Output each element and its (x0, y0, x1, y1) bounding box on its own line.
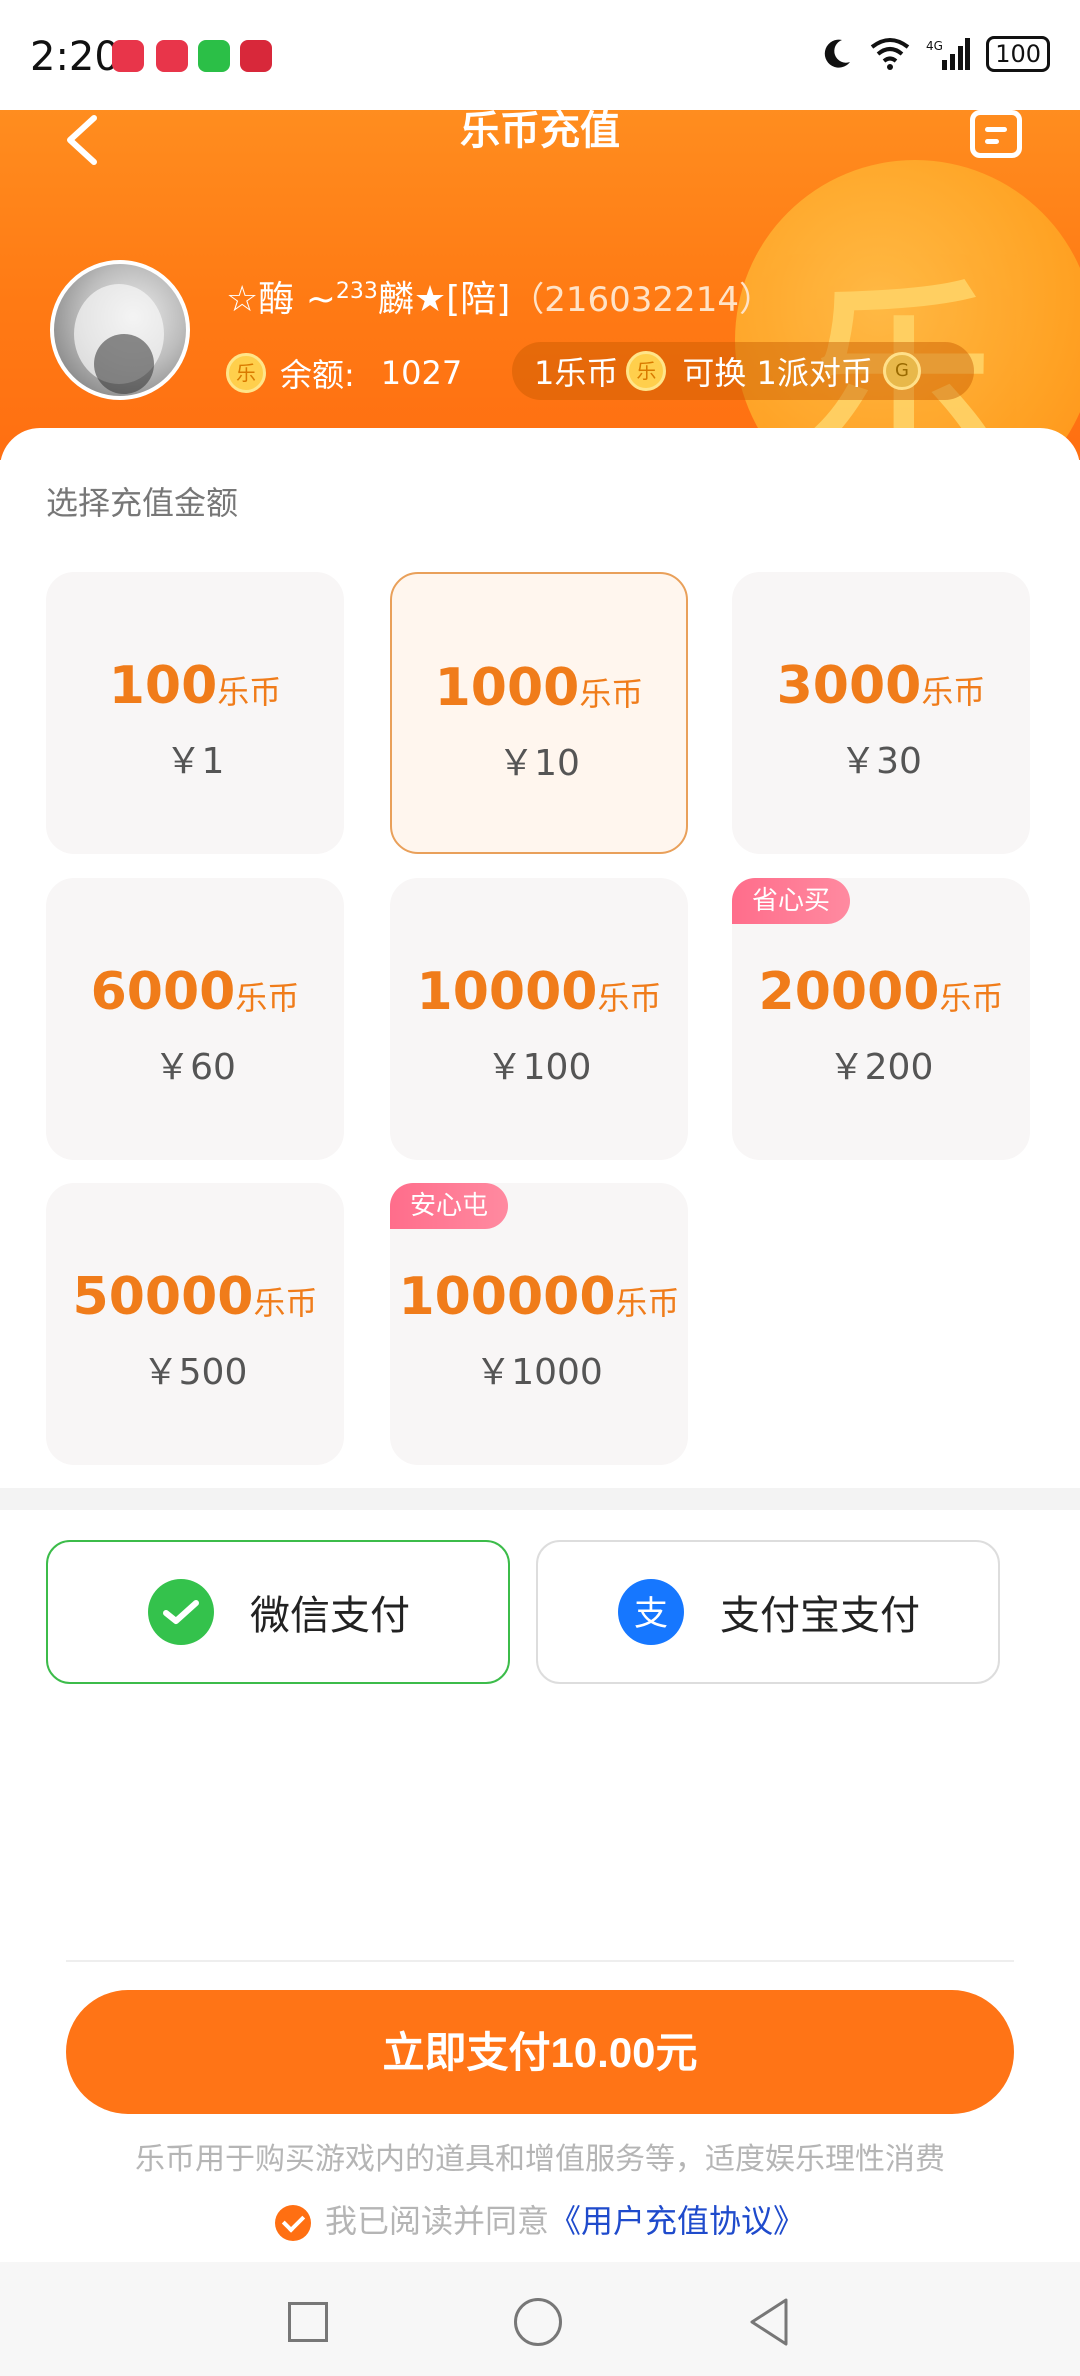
option-price: ￥200 (828, 1047, 934, 1088)
avatar[interactable] (50, 260, 190, 400)
recharge-option-100000[interactable]: 安心屯 100000乐币 ￥1000 (390, 1183, 688, 1465)
recharge-option-50000[interactable]: 50000乐币 ￥500 (46, 1183, 344, 1465)
coin-glyph: 乐 (805, 220, 995, 460)
home-icon[interactable] (514, 2298, 562, 2346)
signal-icon: 4G (926, 38, 971, 70)
wechat-pay-icon (148, 1579, 214, 1645)
agreement-row: 我已阅读并同意《用户充值协议》 (0, 2196, 1080, 2242)
list-icon (985, 127, 1007, 132)
section-title: 选择充值金额 (46, 484, 239, 522)
netease-music-icon (240, 40, 272, 72)
party-coin-icon: G (882, 352, 921, 390)
option-coins: 20000乐币 (758, 962, 1004, 1022)
option-price: ￥500 (142, 1352, 248, 1393)
status-icons: 4G 100 (818, 32, 1050, 76)
user-id: （216032214） (510, 280, 773, 320)
user-name-prefix: ☆酶 ~ (226, 279, 336, 320)
pay-now-button[interactable]: 立即支付10.00元 (66, 1990, 1014, 2114)
disclaimer-text: 乐币用于购买游戏内的道具和增值服务等，适度娱乐理性消费 (135, 2142, 945, 2177)
wechat-pay-option[interactable]: 微信支付 (46, 1540, 510, 1684)
user-name-suffix: 麟★[陪] (377, 279, 511, 320)
user-name-sup: 233 (335, 279, 378, 304)
recharge-option-6000[interactable]: 6000乐币 ￥60 (46, 878, 344, 1160)
footer-divider (66, 1960, 1014, 1962)
recent-apps-icon[interactable] (288, 2302, 328, 2342)
option-coins: 10000乐币 (416, 962, 662, 1022)
alipay-icon: 支 (618, 1579, 684, 1645)
wechat-icon (198, 40, 230, 72)
svg-text:4G: 4G (926, 39, 943, 53)
option-coins: 1000乐币 (434, 658, 644, 718)
avatar-image-shade (94, 334, 154, 394)
battery-indicator: 100 (986, 36, 1050, 72)
promo-badge: 省心买 (732, 878, 851, 924)
option-price: ￥10 (498, 743, 580, 784)
huawei-app-icon (156, 40, 188, 72)
recharge-panel: 选择充值金额 100乐币 ￥1 1000乐币 ￥10 3000乐币 ￥30 60… (0, 428, 1080, 1488)
balance-row: 乐 余额: 1027 (226, 348, 462, 398)
wechat-pay-label: 微信支付 (250, 1593, 410, 1639)
agree-checkbox[interactable] (274, 2205, 311, 2241)
recharge-option-3000[interactable]: 3000乐币 ￥30 (732, 572, 1030, 854)
option-price: ￥100 (486, 1047, 592, 1088)
exchange-rate-pill: 1乐币 乐 可换 1派对币 G (512, 342, 974, 400)
option-price: ￥60 (154, 1047, 236, 1088)
header: 乐 乐币充值 ☆酶 ~233麟★[陪]（216032214） 乐 余额: 102… (0, 110, 1080, 460)
recharge-option-20000[interactable]: 省心买 20000乐币 ￥200 (732, 878, 1030, 1160)
user-agreement-link[interactable]: 《用户充值协议》 (549, 2202, 805, 2240)
recharge-option-1000[interactable]: 1000乐币 ￥10 (390, 572, 688, 854)
moon-icon (824, 39, 851, 68)
coin-decoration: 乐 (735, 160, 1080, 460)
recharge-option-10000[interactable]: 10000乐币 ￥100 (390, 878, 688, 1160)
option-coins: 100乐币 (108, 656, 282, 716)
recharge-option-100[interactable]: 100乐币 ￥1 (46, 572, 344, 854)
option-price: ￥30 (840, 741, 922, 782)
status-bar: 2:20 4G 100 (0, 0, 1080, 110)
option-price: ￥1000 (475, 1352, 603, 1393)
records-button[interactable] (970, 110, 1022, 158)
agree-text: 我已阅读并同意 (324, 2202, 549, 2240)
option-price: ￥1 (165, 741, 225, 782)
status-time: 2:20 (30, 34, 120, 80)
wifi-icon (870, 38, 910, 70)
option-coins: 6000乐币 (90, 962, 300, 1022)
promo-badge: 安心屯 (390, 1183, 509, 1229)
alipay-option[interactable]: 支 支付宝支付 (536, 1540, 1000, 1684)
option-coins: 3000乐币 (776, 656, 986, 716)
le-coin-icon: 乐 (626, 351, 667, 391)
svg-text:支: 支 (634, 1594, 668, 1634)
list-icon-line (985, 139, 999, 144)
back-triangle-icon[interactable] (746, 2296, 790, 2348)
option-coins: 100000乐币 (398, 1267, 680, 1327)
section-divider (0, 1488, 1080, 1510)
exchange-left: 1乐币 (534, 354, 619, 392)
user-name: ☆酶 ~233麟★[陪]（216032214） (226, 270, 773, 322)
exchange-middle: 可换 1派对币 (682, 354, 873, 392)
balance-value: 1027 (380, 354, 463, 392)
option-coins: 50000乐币 (72, 1267, 318, 1327)
page-title: 乐币充值 (460, 110, 620, 154)
system-nav-bar (0, 2262, 1080, 2376)
le-coin-icon: 乐 (226, 353, 266, 393)
alipay-label: 支付宝支付 (720, 1593, 920, 1639)
huawei-app-icon (112, 40, 144, 72)
balance-label: 余额: (280, 356, 355, 394)
